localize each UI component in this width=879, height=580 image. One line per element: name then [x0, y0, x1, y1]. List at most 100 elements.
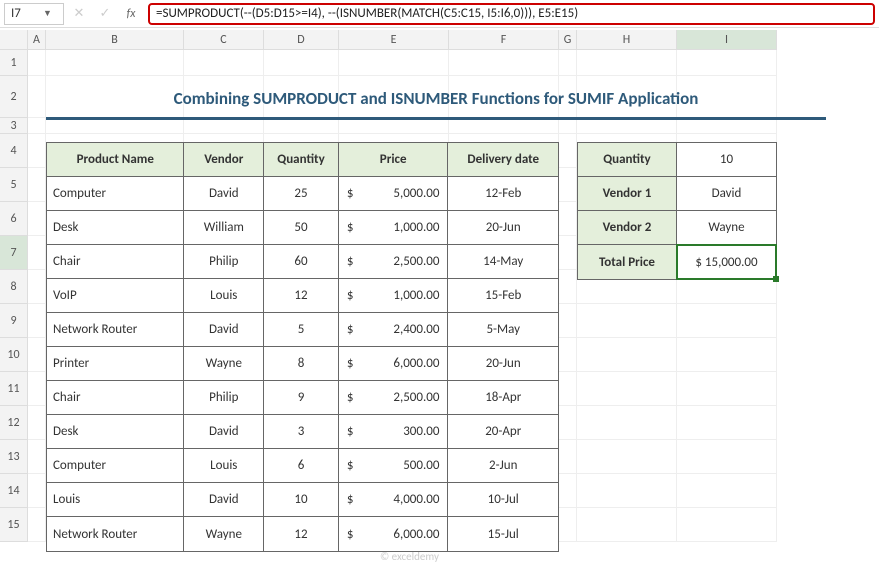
cell[interactable]	[559, 440, 577, 474]
cell[interactable]	[339, 50, 449, 76]
cell[interactable]	[28, 304, 46, 338]
cell-vendor[interactable]: David	[184, 483, 264, 517]
cell-price[interactable]: $2,500.00	[339, 381, 449, 415]
cell-product[interactable]: Network Router	[47, 517, 184, 551]
row-header[interactable]: 11	[0, 372, 28, 406]
row-header[interactable]: 8	[0, 270, 28, 304]
cell-delivery[interactable]: 15-Jul	[448, 517, 558, 551]
cell[interactable]	[28, 406, 46, 440]
fx-icon[interactable]: fx	[120, 3, 142, 25]
cell-delivery[interactable]: 20-Jun	[448, 347, 558, 381]
row-header[interactable]: 7	[0, 236, 28, 270]
cell[interactable]	[449, 50, 559, 76]
cell-delivery[interactable]: 14-May	[448, 245, 558, 279]
cell[interactable]	[28, 134, 46, 168]
col-header[interactable]: H	[577, 30, 677, 50]
row-header[interactable]: 13	[0, 440, 28, 474]
cell[interactable]	[559, 236, 577, 270]
cell-quantity[interactable]: 12	[264, 279, 339, 313]
cell-product[interactable]: Computer	[47, 177, 184, 211]
cell-delivery[interactable]: 2-Jun	[448, 449, 558, 483]
cell[interactable]	[577, 338, 677, 372]
row-header[interactable]: 1	[0, 50, 28, 76]
cell[interactable]	[677, 304, 777, 338]
cell[interactable]	[559, 118, 577, 134]
cell-quantity[interactable]: 10	[264, 483, 339, 517]
cell-price[interactable]: $5,000.00	[339, 177, 449, 211]
cell[interactable]	[28, 202, 46, 236]
cell-quantity[interactable]: 8	[264, 347, 339, 381]
cell[interactable]	[577, 118, 677, 134]
cell[interactable]	[264, 50, 339, 76]
select-all-corner[interactable]	[0, 30, 28, 50]
cell[interactable]	[28, 474, 46, 508]
cell[interactable]	[677, 50, 777, 76]
check-icon[interactable]: ✓	[94, 3, 116, 25]
cell[interactable]	[28, 440, 46, 474]
row-header[interactable]: 3	[0, 118, 28, 134]
row-header[interactable]: 15	[0, 508, 28, 542]
cell[interactable]	[559, 304, 577, 338]
cell-vendor[interactable]: Wayne	[184, 347, 264, 381]
cell[interactable]	[577, 508, 677, 542]
cell-price[interactable]: $1,000.00	[339, 211, 449, 245]
cell[interactable]	[46, 50, 184, 76]
cell-price[interactable]: $6,000.00	[339, 517, 449, 551]
cell[interactable]	[46, 118, 184, 134]
cell[interactable]	[677, 440, 777, 474]
cell-quantity[interactable]: 12	[264, 517, 339, 551]
cell-vendor[interactable]: Philip	[184, 381, 264, 415]
cell[interactable]	[184, 50, 264, 76]
cell[interactable]	[577, 474, 677, 508]
cell-price[interactable]: $6,000.00	[339, 347, 449, 381]
cancel-icon[interactable]: ✕	[68, 3, 90, 25]
cell-quantity[interactable]: 25	[264, 177, 339, 211]
cell[interactable]	[559, 50, 577, 76]
cell[interactable]	[577, 372, 677, 406]
cell[interactable]	[559, 134, 577, 168]
row-header[interactable]: 4	[0, 134, 28, 168]
cell[interactable]	[577, 304, 677, 338]
side-value[interactable]: $ 15,000.00	[677, 245, 776, 279]
side-value[interactable]: 10	[677, 143, 776, 177]
cell[interactable]	[577, 406, 677, 440]
cell-product[interactable]: Chair	[47, 381, 184, 415]
cell[interactable]	[559, 372, 577, 406]
cell-price[interactable]: $4,000.00	[339, 483, 449, 517]
cell[interactable]	[559, 474, 577, 508]
cell-vendor[interactable]: William	[184, 211, 264, 245]
cell-product[interactable]: Desk	[47, 415, 184, 449]
cell[interactable]	[28, 118, 46, 134]
cell-product[interactable]: Computer	[47, 449, 184, 483]
cell[interactable]	[677, 474, 777, 508]
cell[interactable]	[28, 168, 46, 202]
col-header[interactable]: C	[184, 30, 264, 50]
cell[interactable]	[28, 76, 46, 118]
cell-quantity[interactable]: 60	[264, 245, 339, 279]
cell-quantity[interactable]: 6	[264, 449, 339, 483]
cell-vendor[interactable]: Wayne	[184, 517, 264, 551]
cell[interactable]	[28, 270, 46, 304]
cell-price[interactable]: $1,000.00	[339, 279, 449, 313]
cell-delivery[interactable]: 20-Jun	[448, 211, 558, 245]
cell-price[interactable]: $500.00	[339, 449, 449, 483]
col-header[interactable]: F	[449, 30, 559, 50]
cell[interactable]	[677, 508, 777, 542]
side-value[interactable]: Wayne	[677, 211, 776, 245]
cell[interactable]	[28, 236, 46, 270]
cell-product[interactable]: Printer	[47, 347, 184, 381]
cell-vendor[interactable]: David	[184, 415, 264, 449]
cell-delivery[interactable]: 12-Feb	[448, 177, 558, 211]
cell-delivery[interactable]: 5-May	[448, 313, 558, 347]
cell[interactable]	[28, 508, 46, 542]
chevron-down-icon[interactable]: ▼	[43, 8, 57, 19]
cell[interactable]	[577, 50, 677, 76]
cell[interactable]	[677, 118, 777, 134]
cell-quantity[interactable]: 50	[264, 211, 339, 245]
cell-vendor[interactable]: Louis	[184, 279, 264, 313]
cell-product[interactable]: Desk	[47, 211, 184, 245]
cell[interactable]	[28, 50, 46, 76]
col-header[interactable]: A	[28, 30, 46, 50]
cell-delivery[interactable]: 18-Apr	[448, 381, 558, 415]
cell-price[interactable]: $2,400.00	[339, 313, 449, 347]
